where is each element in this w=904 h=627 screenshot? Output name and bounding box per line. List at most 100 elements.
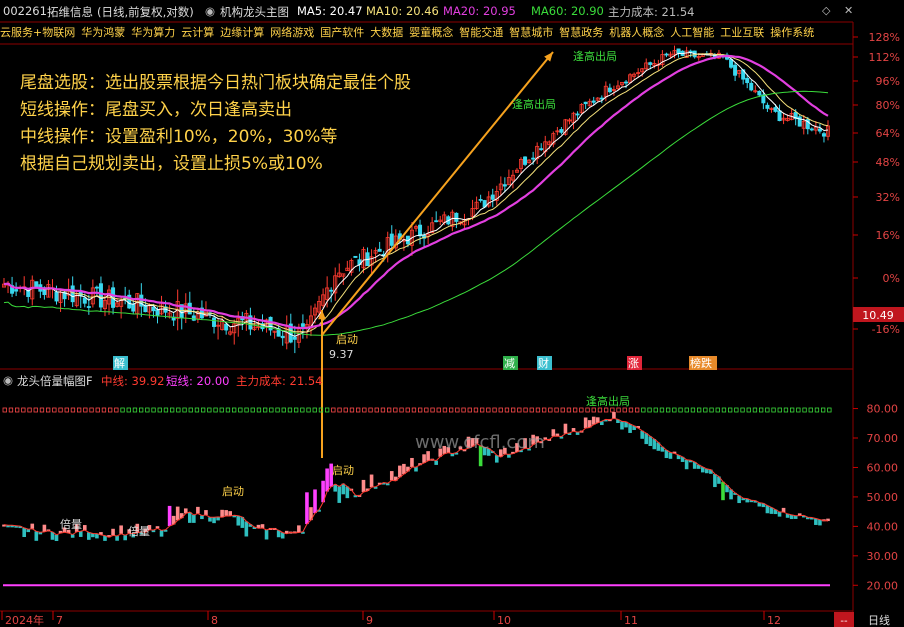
indicator-bar <box>591 416 596 425</box>
candle-body <box>733 64 738 76</box>
signal-dot <box>790 407 795 413</box>
concept-tag[interactable]: 华为鸿蒙 <box>81 26 125 39</box>
indicator-bar <box>644 433 649 445</box>
indicator-bar <box>30 523 35 529</box>
y-tick-label: -16% <box>872 323 900 336</box>
signal-dot <box>486 407 491 413</box>
signal-dot <box>740 407 745 413</box>
signal-dot <box>684 407 689 413</box>
signal-dot <box>256 407 262 413</box>
signal-dot <box>529 407 534 413</box>
sell-label-ind: 逢高出局 <box>586 394 630 408</box>
concept-tag[interactable]: 工业互联 <box>720 26 764 39</box>
sell-label: 逢高出局 <box>512 97 556 111</box>
indicator-bar <box>398 465 402 478</box>
candle-body <box>745 77 750 84</box>
signal-dot <box>554 407 559 413</box>
signal-dot <box>808 407 813 413</box>
indicator-bar <box>434 460 438 465</box>
x-tick-label: 9 <box>366 614 373 627</box>
indicator-title[interactable]: 龙头倍量幅图F <box>17 373 93 389</box>
indicator-bar <box>414 467 418 472</box>
signal-dot <box>138 407 144 413</box>
concept-tag[interactable]: 机器人概念 <box>609 26 664 39</box>
indicator-settings-icon[interactable]: ◉ <box>3 373 13 387</box>
close-icon[interactable]: ✕ <box>844 4 853 17</box>
concept-tag[interactable]: 操作系统 <box>770 26 814 39</box>
candle-body <box>82 297 87 304</box>
concept-tag[interactable]: 智慧政务 <box>559 26 603 39</box>
y-tick-label: 112% <box>869 51 900 64</box>
signal-dot <box>597 407 603 413</box>
signal-dot <box>386 407 392 413</box>
indicator-bar <box>345 486 350 499</box>
candle-body <box>559 129 564 133</box>
concept-tag[interactable]: 华为算力 <box>131 26 175 39</box>
concept-tag[interactable]: 云服务+物联网 <box>0 26 75 39</box>
candle-body <box>389 233 394 246</box>
signal-dot <box>765 407 770 413</box>
concept-tag[interactable]: 边缘计算 <box>220 26 264 39</box>
candle-body <box>757 90 762 96</box>
y-tick-label: 40.00 <box>867 520 899 533</box>
signal-dot <box>33 407 38 413</box>
candle-body <box>434 220 439 223</box>
signal-dot <box>324 407 330 413</box>
signal-dot <box>821 407 826 413</box>
x-tick-label: 8 <box>211 614 218 627</box>
signal-dot <box>120 407 125 413</box>
indicator-bar <box>54 534 59 542</box>
indicator-bar <box>115 535 119 541</box>
concept-tag[interactable]: 智能交通 <box>459 26 503 39</box>
indicator-bar <box>369 474 374 488</box>
indicator-bar <box>123 535 127 541</box>
indicator-header: ◉ 龙头倍量幅图F 中线: 39.92 短线: 20.00 主力成本: 21.5… <box>0 371 340 389</box>
diamond-icon[interactable]: ◇ <box>822 4 830 17</box>
signal-dot <box>678 407 683 413</box>
indicator-bar <box>224 510 228 516</box>
indicator-bar <box>175 506 180 521</box>
signal-dot <box>188 407 193 413</box>
indicator-bar <box>337 486 342 503</box>
concept-tag[interactable]: 人工智能 <box>670 26 714 39</box>
start-label: 启动 <box>336 333 358 346</box>
candle-body <box>765 104 770 109</box>
signal-dot <box>579 407 584 413</box>
signal-dot <box>27 407 32 413</box>
candle-body <box>531 157 536 160</box>
candle-body <box>292 336 297 340</box>
signal-dot <box>52 407 57 413</box>
concept-tag[interactable]: 网络游戏 <box>270 26 314 39</box>
signal-dot <box>641 407 646 413</box>
signal-dot <box>151 407 156 413</box>
indicator-bar <box>648 436 653 446</box>
candle-body <box>454 212 459 222</box>
indicator-bar <box>777 511 782 517</box>
indicator-bar <box>78 531 83 537</box>
indicator-bar <box>212 517 216 524</box>
y-tick-label: 80.00 <box>867 403 899 416</box>
signal-dot <box>442 407 448 413</box>
candle-body <box>353 255 358 258</box>
signal-dot <box>281 407 286 413</box>
concept-tag[interactable]: 婴童概念 <box>409 26 453 39</box>
indicator-name[interactable]: 机构龙头主图 <box>220 4 289 20</box>
event-marker-label: 涨 <box>628 357 639 370</box>
indicator-bar <box>628 424 632 433</box>
candle-body <box>131 303 136 312</box>
indicator-bar <box>111 528 115 536</box>
signal-dot <box>126 407 131 413</box>
candle-body <box>809 128 814 131</box>
signal-dot <box>244 407 249 413</box>
concept-tag[interactable]: 国产软件 <box>320 26 364 39</box>
concept-tag[interactable]: 智慧城市 <box>509 26 553 39</box>
signal-dot <box>393 407 398 413</box>
last-price-label: 10.49 <box>862 309 894 322</box>
y-tick-label: 70.00 <box>867 432 899 445</box>
concept-tag[interactable]: 云计算 <box>181 26 214 39</box>
ma10-value: MA10: 20.46 <box>366 4 439 18</box>
concept-tag[interactable]: 大数据 <box>370 26 403 39</box>
signal-dot <box>101 407 107 413</box>
indicator-dropdown-icon[interactable]: ◉ <box>205 4 215 18</box>
indicator-bar <box>119 525 123 534</box>
